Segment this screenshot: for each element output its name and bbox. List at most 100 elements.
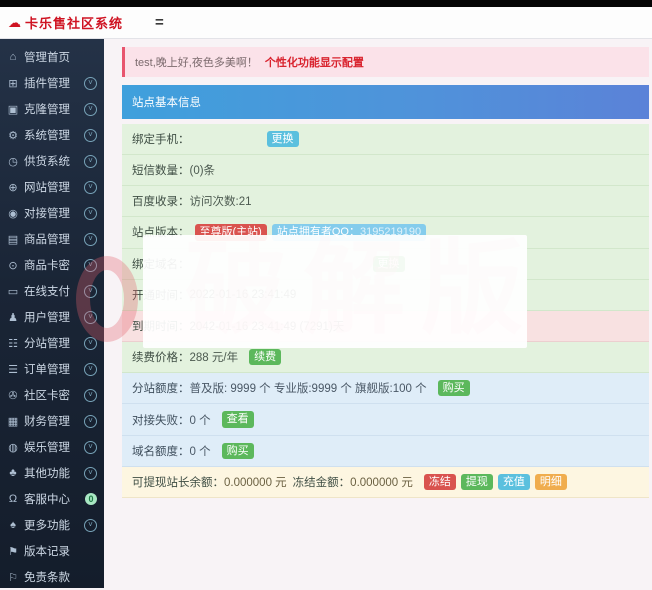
sitemap-icon: ☷ — [7, 337, 19, 350]
row-value: 0 个 — [190, 443, 211, 459]
sidebar-item-clone-mgmt[interactable]: ▣克隆管理˅ — [0, 96, 104, 122]
privacy-cover-overlay — [143, 235, 527, 348]
globe-icon: ⊕ — [7, 181, 19, 194]
sidebar-item-label: 免责条款 — [24, 569, 70, 585]
table-row: 百度收录：访问次数:21 — [122, 186, 649, 217]
clone-icon: ▣ — [7, 103, 19, 116]
app-header: ☁ 卡乐售社区系统 = — [0, 7, 652, 39]
sidebar-item-online-payment[interactable]: ▭ 在线支付 ˅ — [0, 278, 104, 304]
table-row: 短信数量：(0)条 — [122, 155, 649, 186]
buy-domain-quota-button[interactable]: 购买 — [222, 443, 254, 459]
chevron-down-icon: ˅ — [84, 155, 97, 168]
sidebar-item-admin-home[interactable]: ⌂管理首页 — [0, 44, 104, 70]
sidebar-item-label: 娱乐管理 — [24, 439, 70, 455]
row-label: 百度收录： — [132, 193, 190, 209]
sidebar-item-goods-cardkeys[interactable]: ⊙商品卡密˅ — [0, 252, 104, 278]
chevron-down-icon: ˅ — [84, 233, 97, 246]
headset-icon: Ω — [7, 493, 19, 505]
sidebar-item-docking-mgmt[interactable]: ◉对接管理˅ — [0, 200, 104, 226]
sidebar-item-label: 管理首页 — [24, 49, 70, 65]
circle-icon: ◉ — [7, 207, 19, 220]
renew-button[interactable]: 续费 — [249, 349, 281, 365]
chevron-down-icon: ˅ — [84, 259, 97, 272]
sidebar-item-label: 社区卡密 — [24, 387, 70, 403]
cloud-logo-icon: ☁ — [8, 16, 21, 29]
withdraw-button[interactable]: 提现 — [461, 474, 493, 490]
change-phone-button[interactable]: 更换 — [267, 131, 299, 147]
chevron-down-icon: ˅ — [84, 207, 97, 220]
greeting-text: test,晚上好,夜色多美啊！ — [135, 57, 258, 69]
window-top-strip — [0, 0, 652, 7]
sidebar-item-label: 网站管理 — [24, 179, 70, 195]
clock-icon: ◷ — [7, 155, 19, 168]
box-icon: ▤ — [7, 233, 19, 246]
chevron-down-icon: ˅ — [84, 337, 97, 350]
key-icon: ✇ — [7, 389, 19, 402]
sidebar-item-other-functions[interactable]: ♣其他功能˅ — [0, 460, 104, 486]
chevron-down-icon: ˅ — [84, 363, 97, 376]
chevron-down-icon: ˅ — [84, 129, 97, 142]
row-label: 对接失败： — [132, 412, 190, 428]
list-icon: ☰ — [7, 363, 19, 376]
sidebar-item-label: 财务管理 — [24, 413, 70, 429]
buy-substation-quota-button[interactable]: 购买 — [438, 380, 470, 396]
sidebar-item-community-keys[interactable]: ✇社区卡密˅ — [0, 382, 104, 408]
recharge-button[interactable]: 充值 — [498, 474, 530, 490]
sidebar-item-more-functions[interactable]: ♠ 更多功能 ˅ — [0, 512, 104, 538]
sidebar-item-label: 分站管理 — [24, 335, 70, 351]
chevron-down-icon: ˅ — [84, 467, 97, 480]
sidebar-item-finance-mgmt[interactable]: ▦财务管理˅ — [0, 408, 104, 434]
app-title: 卡乐售社区系统 — [25, 13, 123, 32]
sidebar-item-label: 供货系统 — [24, 153, 70, 169]
sidebar-toggle-icon[interactable]: = — [155, 15, 164, 30]
sidebar-item-system-mgmt[interactable]: ⚙ 系统管理 ˅ — [0, 122, 104, 148]
row-value: 0.000000 元 — [224, 474, 287, 490]
sidebar-item-label: 插件管理 — [24, 75, 70, 91]
sidebar-item-disclaimer[interactable]: ⚐ 免责条款 — [0, 564, 104, 590]
sidebar-item-plugin-mgmt[interactable]: ⊞插件管理˅ — [0, 70, 104, 96]
apple-icon: ♠ — [7, 519, 19, 531]
section-header-site-info: 站点基本信息 — [122, 85, 649, 119]
sidebar-item-website-mgmt[interactable]: ⊕ 网站管理 ˅ — [0, 174, 104, 200]
sidebar-item-order-mgmt[interactable]: ☰订单管理˅ — [0, 356, 104, 382]
sidebar-item-goods-mgmt[interactable]: ▤ 商品管理 ˅ — [0, 226, 104, 252]
card-icon: ▭ — [7, 285, 19, 298]
details-button[interactable]: 明细 — [535, 474, 567, 490]
sidebar-item-label: 其他功能 — [24, 465, 70, 481]
chevron-down-icon: ˅ — [84, 285, 97, 298]
sidebar-item-supply-system[interactable]: ◷ 供货系统 ˅ — [0, 148, 104, 174]
table-row: 分站额度：普及版: 9999 个 专业版:9999 个 旗舰版:100 个购买 — [122, 373, 649, 404]
sidebar-item-entertainment[interactable]: ◍娱乐管理˅ — [0, 434, 104, 460]
sidebar-item-label: 商品管理 — [24, 231, 70, 247]
personalization-config-link[interactable]: 个性化功能显示配置 — [265, 57, 364, 69]
freeze-button[interactable]: 冻结 — [424, 474, 456, 490]
sidebar-item-label: 更多功能 — [24, 517, 70, 533]
bar-chart-icon: ▦ — [7, 415, 19, 428]
flag-icon: ⚐ — [7, 571, 19, 584]
compass-icon: ◍ — [7, 441, 19, 454]
row-value: 0.000000 元 — [350, 474, 413, 490]
view-docking-failures-button[interactable]: 查看 — [222, 411, 254, 427]
sidebar-item-substation-mgmt[interactable]: ☷ 分站管理 ˅ — [0, 330, 104, 356]
row-value: 访问次数:21 — [190, 193, 252, 209]
row-value: (0)条 — [190, 162, 216, 178]
sidebar-item-user-mgmt[interactable]: ♟ 用户管理 ˅ — [0, 304, 104, 330]
row-label: 绑定手机： — [132, 131, 190, 147]
sidebar-item-label: 系统管理 — [24, 127, 70, 143]
sidebar-item-version-history[interactable]: ⚑版本记录 — [0, 538, 104, 564]
greeting-banner: test,晚上好,夜色多美啊！ 个性化功能显示配置 — [122, 47, 649, 77]
sidebar-item-label: 在线支付 — [24, 283, 70, 299]
sidebar: ⌂管理首页⊞插件管理˅▣克隆管理˅⚙系统管理˅◷供货系统˅⊕网站管理˅◉对接管理… — [0, 39, 104, 588]
users-icon: ♟ — [7, 311, 19, 324]
chevron-down-icon: ˅ — [84, 181, 97, 194]
sidebar-item-service-center[interactable]: Ω客服中心0 — [0, 486, 104, 512]
sidebar-item-label: 用户管理 — [24, 309, 70, 325]
chevron-down-icon: ˅ — [84, 311, 97, 324]
chevron-down-icon: ˅ — [84, 519, 97, 532]
row-label: 冻结金额： — [293, 474, 351, 490]
table-row: 对接失败：0 个查看 — [122, 404, 649, 435]
row-label: 续费价格： — [132, 349, 190, 365]
lock-icon: ⊞ — [7, 77, 19, 90]
gear-icon: ⚙ — [7, 129, 19, 142]
sidebar-count-badge: 0 — [85, 493, 97, 505]
